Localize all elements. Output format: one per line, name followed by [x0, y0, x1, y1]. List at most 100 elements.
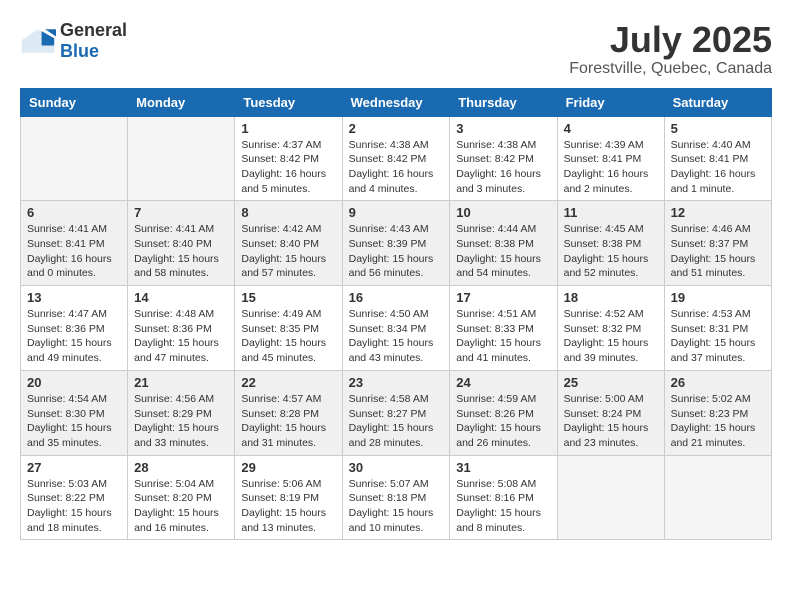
day-info: Sunrise: 5:07 AM Sunset: 8:18 PM Dayligh…	[349, 477, 444, 536]
day-info: Sunrise: 4:41 AM Sunset: 8:40 PM Dayligh…	[134, 222, 228, 281]
day-number: 6	[27, 205, 121, 220]
day-info: Sunrise: 4:42 AM Sunset: 8:40 PM Dayligh…	[241, 222, 335, 281]
day-info: Sunrise: 4:44 AM Sunset: 8:38 PM Dayligh…	[456, 222, 550, 281]
calendar-cell: 8 Sunrise: 4:42 AM Sunset: 8:40 PM Daylig…	[235, 201, 342, 286]
day-number: 22	[241, 375, 335, 390]
month-title: July 2025	[569, 20, 772, 60]
day-number: 14	[134, 290, 228, 305]
day-info: Sunrise: 4:39 AM Sunset: 8:41 PM Dayligh…	[564, 138, 658, 197]
weekday-header-thursday: Thursday	[450, 88, 557, 116]
calendar-cell: 26 Sunrise: 5:02 AM Sunset: 8:23 PM Dayli…	[664, 370, 771, 455]
day-number: 26	[671, 375, 765, 390]
calendar-cell: 19 Sunrise: 4:53 AM Sunset: 8:31 PM Dayli…	[664, 286, 771, 371]
calendar-week-row: 13 Sunrise: 4:47 AM Sunset: 8:36 PM Dayli…	[21, 286, 772, 371]
calendar-cell: 28Sunrise: 5:04 AM Sunset: 8:20 PM Dayli…	[128, 455, 235, 540]
day-info: Sunrise: 5:03 AM Sunset: 8:22 PM Dayligh…	[27, 477, 121, 536]
day-number: 21	[134, 375, 228, 390]
calendar-cell: 18Sunrise: 4:52 AM Sunset: 8:32 PM Dayli…	[557, 286, 664, 371]
calendar-week-row: 1 Sunrise: 4:37 AM Sunset: 8:42 PM Daylig…	[21, 116, 772, 201]
day-info: Sunrise: 4:37 AM Sunset: 8:42 PM Dayligh…	[241, 138, 335, 197]
calendar-cell	[128, 116, 235, 201]
day-number: 5	[671, 121, 765, 136]
day-number: 10	[456, 205, 550, 220]
day-number: 24	[456, 375, 550, 390]
day-number: 30	[349, 460, 444, 475]
day-info: Sunrise: 4:57 AM Sunset: 8:28 PM Dayligh…	[241, 392, 335, 451]
calendar-cell: 16 Sunrise: 4:50 AM Sunset: 8:34 PM Dayli…	[342, 286, 450, 371]
day-info: Sunrise: 5:04 AM Sunset: 8:20 PM Dayligh…	[134, 477, 228, 536]
day-number: 9	[349, 205, 444, 220]
calendar-cell: 2Sunrise: 4:38 AM Sunset: 8:42 PM Daylig…	[342, 116, 450, 201]
calendar-week-row: 27 Sunrise: 5:03 AM Sunset: 8:22 PM Dayli…	[21, 455, 772, 540]
day-number: 16	[349, 290, 444, 305]
calendar-cell: 25 Sunrise: 5:00 AM Sunset: 8:24 PM Dayli…	[557, 370, 664, 455]
calendar-cell: 13 Sunrise: 4:47 AM Sunset: 8:36 PM Dayli…	[21, 286, 128, 371]
day-info: Sunrise: 4:50 AM Sunset: 8:34 PM Dayligh…	[349, 307, 444, 366]
weekday-header-tuesday: Tuesday	[235, 88, 342, 116]
day-number: 3	[456, 121, 550, 136]
day-info: Sunrise: 4:56 AM Sunset: 8:29 PM Dayligh…	[134, 392, 228, 451]
day-info: Sunrise: 4:52 AM Sunset: 8:32 PM Dayligh…	[564, 307, 658, 366]
day-number: 23	[349, 375, 444, 390]
weekday-header-wednesday: Wednesday	[342, 88, 450, 116]
day-info: Sunrise: 4:45 AM Sunset: 8:38 PM Dayligh…	[564, 222, 658, 281]
day-number: 8	[241, 205, 335, 220]
calendar-table: SundayMondayTuesdayWednesdayThursdayFrid…	[20, 88, 772, 541]
day-number: 13	[27, 290, 121, 305]
calendar-cell: 7 Sunrise: 4:41 AM Sunset: 8:40 PM Daylig…	[128, 201, 235, 286]
day-info: Sunrise: 4:58 AM Sunset: 8:27 PM Dayligh…	[349, 392, 444, 451]
calendar-cell: 22 Sunrise: 4:57 AM Sunset: 8:28 PM Dayli…	[235, 370, 342, 455]
day-info: Sunrise: 4:51 AM Sunset: 8:33 PM Dayligh…	[456, 307, 550, 366]
day-info: Sunrise: 5:06 AM Sunset: 8:19 PM Dayligh…	[241, 477, 335, 536]
calendar-cell	[557, 455, 664, 540]
day-number: 27	[27, 460, 121, 475]
day-number: 1	[241, 121, 335, 136]
weekday-header-sunday: Sunday	[21, 88, 128, 116]
day-info: Sunrise: 5:00 AM Sunset: 8:24 PM Dayligh…	[564, 392, 658, 451]
day-number: 4	[564, 121, 658, 136]
day-info: Sunrise: 4:54 AM Sunset: 8:30 PM Dayligh…	[27, 392, 121, 451]
title-block: July 2025 Forestville, Quebec, Canada	[569, 20, 772, 78]
day-info: Sunrise: 4:48 AM Sunset: 8:36 PM Dayligh…	[134, 307, 228, 366]
calendar-cell: 5 Sunrise: 4:40 AM Sunset: 8:41 PM Daylig…	[664, 116, 771, 201]
calendar-week-row: 20 Sunrise: 4:54 AM Sunset: 8:30 PM Dayli…	[21, 370, 772, 455]
weekday-header-friday: Friday	[557, 88, 664, 116]
calendar-cell: 27 Sunrise: 5:03 AM Sunset: 8:22 PM Dayli…	[21, 455, 128, 540]
day-info: Sunrise: 4:38 AM Sunset: 8:42 PM Dayligh…	[456, 138, 550, 197]
day-number: 20	[27, 375, 121, 390]
day-number: 7	[134, 205, 228, 220]
day-info: Sunrise: 4:46 AM Sunset: 8:37 PM Dayligh…	[671, 222, 765, 281]
day-number: 19	[671, 290, 765, 305]
day-number: 15	[241, 290, 335, 305]
day-info: Sunrise: 4:41 AM Sunset: 8:41 PM Dayligh…	[27, 222, 121, 281]
day-info: Sunrise: 4:38 AM Sunset: 8:42 PM Dayligh…	[349, 138, 444, 197]
day-info: Sunrise: 4:59 AM Sunset: 8:26 PM Dayligh…	[456, 392, 550, 451]
weekday-header-saturday: Saturday	[664, 88, 771, 116]
logo-blue: Blue	[60, 41, 99, 61]
day-number: 17	[456, 290, 550, 305]
day-info: Sunrise: 4:53 AM Sunset: 8:31 PM Dayligh…	[671, 307, 765, 366]
calendar-cell: 1 Sunrise: 4:37 AM Sunset: 8:42 PM Daylig…	[235, 116, 342, 201]
calendar-cell: 11 Sunrise: 4:45 AM Sunset: 8:38 PM Dayli…	[557, 201, 664, 286]
calendar-cell: 9Sunrise: 4:43 AM Sunset: 8:39 PM Daylig…	[342, 201, 450, 286]
day-info: Sunrise: 5:02 AM Sunset: 8:23 PM Dayligh…	[671, 392, 765, 451]
day-number: 25	[564, 375, 658, 390]
calendar-cell: 6 Sunrise: 4:41 AM Sunset: 8:41 PM Daylig…	[21, 201, 128, 286]
calendar-cell	[21, 116, 128, 201]
day-info: Sunrise: 4:49 AM Sunset: 8:35 PM Dayligh…	[241, 307, 335, 366]
calendar-cell: 4 Sunrise: 4:39 AM Sunset: 8:41 PM Daylig…	[557, 116, 664, 201]
location-title: Forestville, Quebec, Canada	[569, 60, 772, 78]
calendar-cell: 29 Sunrise: 5:06 AM Sunset: 8:19 PM Dayli…	[235, 455, 342, 540]
day-number: 11	[564, 205, 658, 220]
weekday-header-monday: Monday	[128, 88, 235, 116]
calendar-week-row: 6 Sunrise: 4:41 AM Sunset: 8:41 PM Daylig…	[21, 201, 772, 286]
day-info: Sunrise: 4:40 AM Sunset: 8:41 PM Dayligh…	[671, 138, 765, 197]
day-info: Sunrise: 4:47 AM Sunset: 8:36 PM Dayligh…	[27, 307, 121, 366]
day-number: 29	[241, 460, 335, 475]
calendar-cell: 3 Sunrise: 4:38 AM Sunset: 8:42 PM Daylig…	[450, 116, 557, 201]
calendar-cell: 30 Sunrise: 5:07 AM Sunset: 8:18 PM Dayli…	[342, 455, 450, 540]
logo-general: General	[60, 20, 127, 40]
calendar-cell: 17 Sunrise: 4:51 AM Sunset: 8:33 PM Dayli…	[450, 286, 557, 371]
page-header: General Blue July 2025 Forestville, Queb…	[20, 20, 772, 78]
calendar-cell: 14 Sunrise: 4:48 AM Sunset: 8:36 PM Dayli…	[128, 286, 235, 371]
